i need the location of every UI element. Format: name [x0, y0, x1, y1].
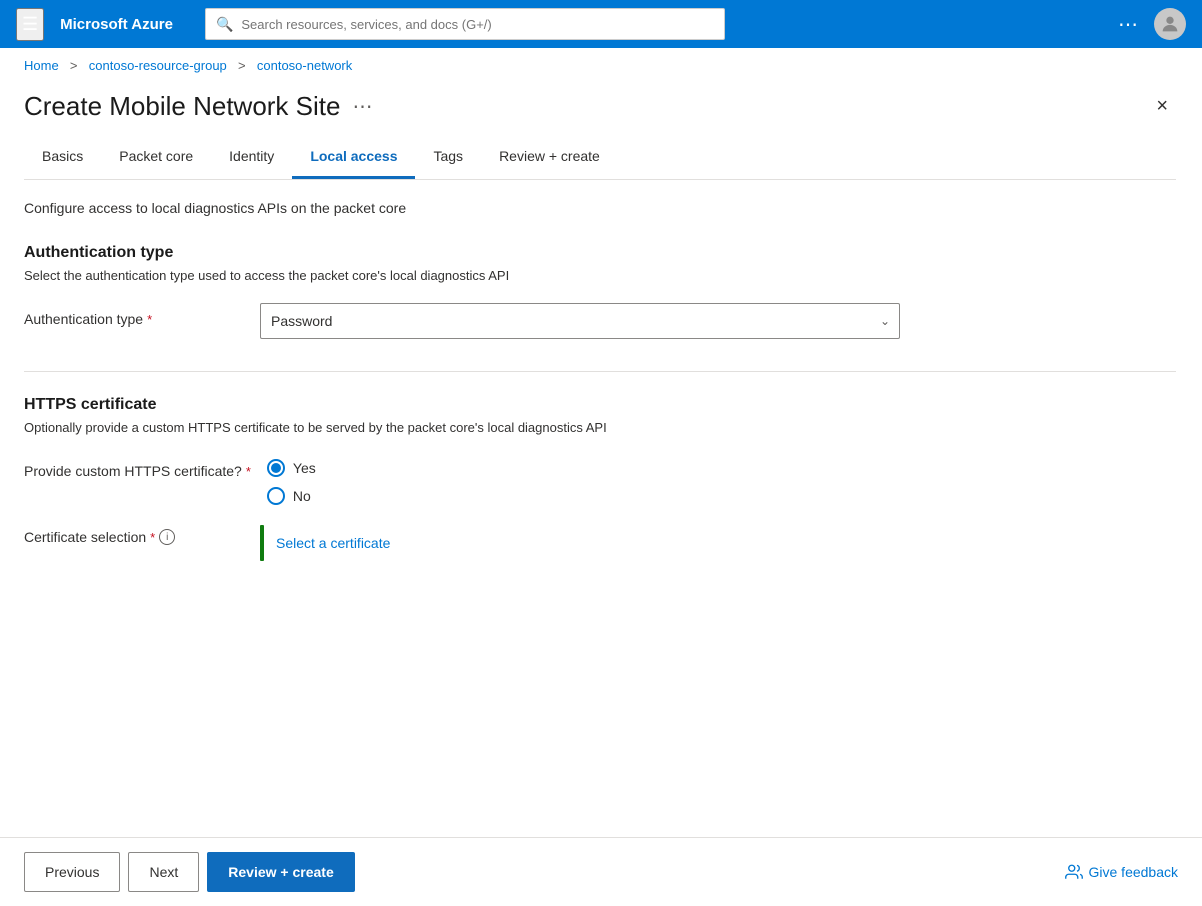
- radio-no-label: No: [293, 488, 311, 504]
- breadcrumb: Home > contoso-resource-group > contoso-…: [0, 48, 1202, 79]
- cert-selection-control: Select a certificate: [260, 521, 1176, 561]
- tab-basics[interactable]: Basics: [24, 138, 101, 179]
- search-input[interactable]: [241, 17, 714, 32]
- page-title: Create Mobile Network Site: [24, 91, 340, 122]
- auth-section-title: Authentication type: [24, 244, 1176, 262]
- radio-no-input[interactable]: [267, 487, 285, 505]
- feedback-icon: [1065, 863, 1083, 881]
- cert-radio-group: Yes No: [267, 455, 1176, 505]
- topbar-right: ⋯: [1118, 8, 1186, 40]
- section-divider: [24, 371, 1176, 372]
- tab-identity[interactable]: Identity: [211, 138, 292, 179]
- bottom-bar: Previous Next Review + create Give feedb…: [0, 837, 1202, 906]
- previous-button[interactable]: Previous: [24, 852, 120, 892]
- page-title-more-icon[interactable]: ⋯: [352, 94, 372, 119]
- feedback-label: Give feedback: [1089, 864, 1179, 880]
- cert-left-border: [260, 525, 264, 561]
- radio-yes-label: Yes: [293, 460, 316, 476]
- radio-no[interactable]: No: [267, 487, 1176, 505]
- tab-review-create[interactable]: Review + create: [481, 138, 618, 179]
- search-box[interactable]: 🔍: [205, 8, 725, 40]
- cert-selection-label: Certificate selection * i: [24, 521, 244, 545]
- page-header: Create Mobile Network Site ⋯ ×: [24, 79, 1176, 138]
- cert-selection-required-star: *: [150, 530, 155, 545]
- more-options-icon[interactable]: ⋯: [1118, 12, 1138, 37]
- cert-selection-wrapper: Select a certificate: [260, 521, 1176, 561]
- auth-type-select[interactable]: Password AAD Certificate: [260, 303, 900, 339]
- cert-info-icon[interactable]: i: [159, 529, 175, 545]
- avatar[interactable]: [1154, 8, 1186, 40]
- hamburger-menu-button[interactable]: ☰: [16, 8, 44, 41]
- breadcrumb-home[interactable]: Home: [24, 58, 59, 73]
- radio-yes[interactable]: Yes: [267, 459, 1176, 477]
- cert-required-star: *: [246, 464, 251, 479]
- auth-type-row: Authentication type * Password AAD Certi…: [24, 303, 1176, 339]
- auth-section-subtitle: Select the authentication type used to a…: [24, 268, 1176, 283]
- auth-section: Authentication type Select the authentic…: [24, 244, 1176, 339]
- search-icon: 🔍: [216, 16, 233, 33]
- https-section: HTTPS certificate Optionally provide a c…: [24, 396, 1176, 561]
- select-certificate-link[interactable]: Select a certificate: [276, 535, 390, 551]
- cert-radio-row: Provide custom HTTPS certificate? * Yes …: [24, 455, 1176, 505]
- breadcrumb-resource-group[interactable]: contoso-resource-group: [89, 58, 227, 73]
- cert-radio-control: Yes No: [267, 455, 1176, 505]
- breadcrumb-network[interactable]: contoso-network: [257, 58, 352, 73]
- cert-selection-row: Certificate selection * i Select a certi…: [24, 521, 1176, 561]
- https-section-subtitle: Optionally provide a custom HTTPS certif…: [24, 420, 1176, 435]
- auth-required-star: *: [147, 312, 152, 327]
- wizard-tabs: Basics Packet core Identity Local access…: [24, 138, 1176, 180]
- section-description: Configure access to local diagnostics AP…: [24, 200, 1176, 216]
- https-section-title: HTTPS certificate: [24, 396, 1176, 414]
- next-button[interactable]: Next: [128, 852, 199, 892]
- auth-type-control: Password AAD Certificate ⌄: [260, 303, 1176, 339]
- auth-type-label: Authentication type *: [24, 303, 244, 327]
- radio-yes-input[interactable]: [267, 459, 285, 477]
- tab-local-access[interactable]: Local access: [292, 138, 415, 179]
- app-title: Microsoft Azure: [60, 16, 173, 33]
- topbar: ☰ Microsoft Azure 🔍 ⋯: [0, 0, 1202, 48]
- auth-type-dropdown-wrapper: Password AAD Certificate ⌄: [260, 303, 900, 339]
- close-button[interactable]: ×: [1148, 91, 1176, 122]
- tab-tags[interactable]: Tags: [415, 138, 481, 179]
- tab-packet-core[interactable]: Packet core: [101, 138, 211, 179]
- give-feedback-link[interactable]: Give feedback: [1065, 863, 1179, 881]
- bottom-bar-left: Previous Next Review + create: [24, 852, 355, 892]
- cert-radio-label: Provide custom HTTPS certificate? *: [24, 455, 251, 479]
- review-create-button[interactable]: Review + create: [207, 852, 354, 892]
